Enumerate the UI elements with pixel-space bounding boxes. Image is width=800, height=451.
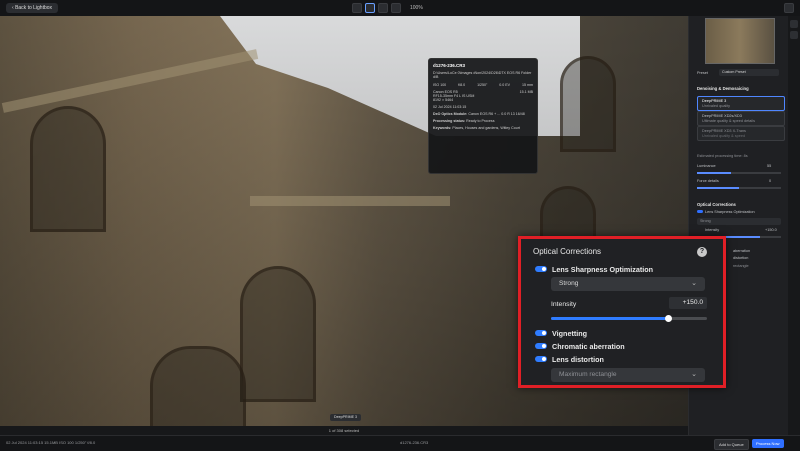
force-details-label: Force details [697, 179, 719, 183]
status-info: 02 Jul 2024 11:03:15 15.1MB ISO 100 1/25… [6, 440, 96, 445]
back-label: Back to Lightbox [15, 5, 53, 11]
info-date: 02 Jul 2024 11:03:15 [433, 105, 467, 109]
info-filename: d1276-236.CR3 [433, 63, 466, 68]
info-keywords-label: Keywords: [433, 126, 452, 130]
intensity-label: Intensity [551, 301, 577, 308]
back-to-lightbox-button[interactable]: ‹ Back to Lightbox [6, 3, 59, 13]
lens-sharpness-label: Lens Sharpness Optimization [552, 265, 654, 274]
info-specs: ISO 100 f/8.0 1/250" 0.0 EV 15 mm [433, 83, 533, 87]
distortion-mode-value: Maximum rectangle [559, 371, 617, 378]
optical-corrections-panel: Optical Corrections ? Lens Sharpness Opt… [518, 236, 726, 388]
lens-distortion-toggle[interactable] [535, 356, 547, 362]
deepprimexd-option[interactable]: DeepPRIME XD2s/XD3 Ultimate quality & sp… [697, 111, 785, 126]
loupe-icon[interactable] [391, 3, 401, 13]
info-dims: 8192 × 5464 [433, 98, 454, 102]
lens-distortion-label: Lens distortion [552, 355, 604, 364]
info-module-label: DxO Optics Module: [433, 112, 468, 116]
window-arch [30, 106, 106, 232]
thumbnail-preview[interactable] [705, 18, 775, 64]
luminance-slider[interactable] [697, 172, 781, 174]
vignetting-label: Vignetting [552, 329, 588, 338]
intensity-slider-handle[interactable] [664, 315, 672, 322]
preset-label: Preset [697, 71, 708, 75]
settings-icon[interactable] [784, 3, 794, 13]
lens-sharpness-toggle[interactable] [535, 266, 547, 272]
info-spec: ISO 100 [433, 83, 447, 87]
info-keywords-value: Places, Houses and gardens, Witley Court [452, 126, 520, 130]
intensity-label: Intensity [705, 228, 720, 232]
lens-sharpness-label: Lens Sharpness Optimization [705, 210, 755, 214]
window-arch [240, 266, 316, 402]
sharpness-mode-select[interactable]: Strong [697, 218, 781, 225]
denoise-section-title: Denoising & Demosaicing [697, 86, 749, 91]
window-arch [560, 56, 616, 152]
info-module-row: DxO Optics Module: Canon EOS R6 + ... 0.… [433, 112, 533, 116]
luminance-value[interactable]: 55 [767, 164, 771, 168]
force-details-slider[interactable] [697, 187, 781, 189]
info-spec: 0.0 EV [499, 83, 511, 87]
top-bar: ‹ Back to Lightbox 100% [0, 0, 800, 17]
info-spec: 15 mm [522, 83, 533, 87]
deepprime3-sub: Unrivaled quality [702, 104, 731, 108]
add-to-queue-button[interactable]: Add to Queue [714, 439, 749, 450]
window-arch [150, 346, 246, 426]
deepprimexd-label: DeepPRIME XD2s/XD3 [702, 114, 742, 118]
vignetting-toggle[interactable] [535, 330, 547, 336]
aberration-label: aberration [733, 249, 751, 253]
info-status-label: Processing status: [433, 119, 466, 123]
intensity-slider[interactable] [551, 315, 707, 322]
deepprimexd-sub: Ultimate quality & speed details [702, 119, 755, 123]
compare-view-icon[interactable] [378, 3, 388, 13]
chromatic-aberration-toggle[interactable] [535, 343, 547, 349]
info-status-row: Processing status: Ready to Process [433, 119, 533, 123]
info-size: 15.1 MB [519, 90, 533, 94]
help-icon[interactable]: ? [697, 247, 707, 257]
info-path: D:\Users\LoCe 0\Images d\ion\2024\D26\DT… [433, 71, 532, 79]
chevron-down-icon: ⌄ [691, 280, 697, 287]
info-spec: f/8.0 [458, 83, 466, 87]
stone-ledge [250, 196, 450, 206]
intensity-slider-fill [551, 317, 668, 320]
deepprime3-option[interactable]: DeepPRIME 3 Unrivaled quality [697, 96, 785, 111]
stone-ledge [1, 49, 259, 113]
chromatic-aberration-label: Chromatic aberration [552, 342, 625, 351]
rectangle-label: rectangle [733, 264, 749, 268]
force-details-value[interactable]: 0 [769, 179, 771, 183]
selected-count: 1 of 308 selected [0, 426, 688, 435]
split-view-icon[interactable] [365, 3, 375, 13]
top-right-icons [784, 3, 794, 13]
preset-select[interactable]: Custom Preset [719, 69, 779, 76]
info-keywords-row: Keywords: Places, Houses and gardens, Wi… [433, 126, 533, 130]
estimated-time: Estimated processing time: 8s [697, 154, 748, 158]
right-tool-strip [788, 16, 800, 435]
info-module-value: Canon EOS R6 + ... 0.0 R 13 16/48 [468, 112, 525, 116]
sharpness-mode-dropdown[interactable]: Strong ⌄ [551, 277, 705, 291]
deepprime3-label: DeepPRIME 3 [702, 99, 727, 103]
info-spec: 1/250" [477, 83, 488, 87]
deepprime-xtrans-sub: Unrivaled quality & speed [702, 134, 746, 138]
tool-icon[interactable] [790, 20, 798, 28]
chevron-down-icon: ⌄ [691, 371, 697, 378]
status-filename: d1276-236.CR3 [400, 440, 429, 445]
intensity-input[interactable]: +150.0 [669, 297, 707, 309]
status-bar: 02 Jul 2024 11:03:15 15.1MB ISO 100 1/25… [0, 435, 800, 451]
single-view-icon[interactable] [352, 3, 362, 13]
distortion-label: distortion [733, 256, 749, 260]
luminance-label: Luminance [697, 164, 716, 168]
info-status-value: Ready to Process [466, 119, 495, 123]
sharpness-mode-value: Strong [559, 280, 579, 287]
optical-section-title: Optical Corrections [697, 202, 736, 207]
deepprime-xtrans-option[interactable]: DeepPRIME XD3 X-Trans Unrivaled quality … [697, 126, 785, 141]
zoom-level[interactable]: 100% [410, 5, 423, 11]
deepprime-xtrans-label: DeepPRIME XD3 X-Trans [702, 129, 746, 133]
panel-title: Optical Corrections [533, 247, 602, 256]
image-info-popup: d1276-236.CR3 D:\Users\LoCe 0\Images d\i… [428, 58, 538, 174]
process-now-button[interactable]: Process Now [752, 439, 784, 448]
tool-icon[interactable] [790, 31, 798, 39]
intensity-value[interactable]: +150.0 [765, 228, 777, 232]
distortion-mode-dropdown[interactable]: Maximum rectangle ⌄ [551, 368, 705, 382]
view-controls: 100% [352, 3, 423, 13]
lens-sharpness-toggle[interactable] [697, 210, 703, 213]
preset-pill[interactable]: DeepPRIME 3 [330, 414, 361, 421]
